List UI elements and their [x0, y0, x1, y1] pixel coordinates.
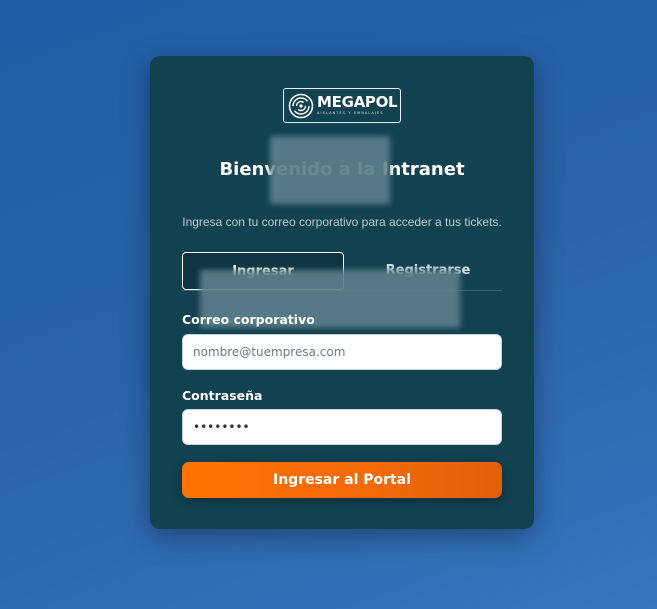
login-card: MEGAPOL AISLANTES Y EMBALAJES Bienvenido…	[150, 56, 534, 529]
password-label: Contraseña	[182, 388, 263, 403]
logo-emblem-icon	[288, 93, 314, 118]
logo-name: MEGAPOL	[317, 93, 398, 112]
redaction-overlay	[270, 136, 390, 204]
page-subtitle: Ingresa con tu correo corporativo para a…	[182, 215, 502, 229]
email-label: Correo corporativo	[182, 312, 315, 327]
megapol-logo: MEGAPOL AISLANTES Y EMBALAJES	[283, 88, 401, 123]
logo-tagline: AISLANTES Y EMBALAJES	[317, 111, 384, 116]
password-field[interactable]	[182, 409, 502, 445]
login-submit-button[interactable]: Ingresar al Portal	[182, 462, 502, 498]
email-field[interactable]	[182, 334, 502, 370]
